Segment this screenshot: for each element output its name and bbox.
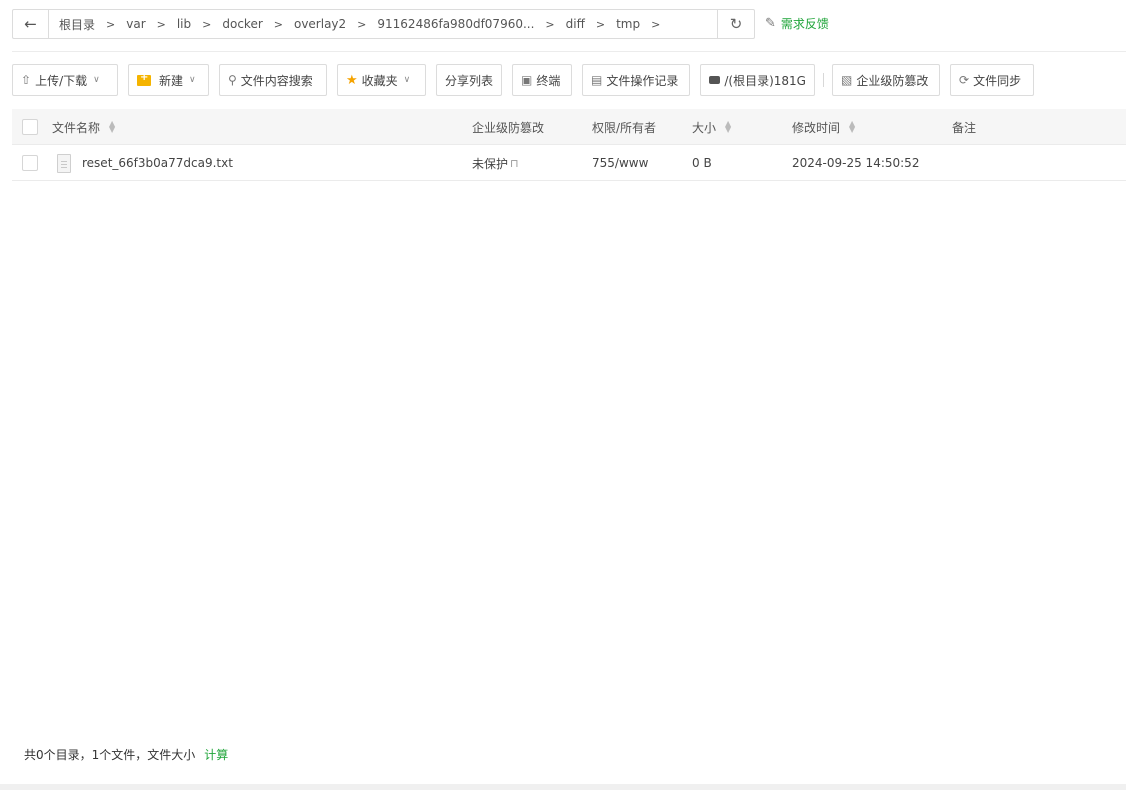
favorites-label: 收藏夹 — [361, 73, 398, 88]
log-icon: ▤ — [591, 73, 603, 87]
col-name[interactable]: 文件名称 ▲ ▼ — [52, 109, 115, 145]
search-content-label: 文件内容搜索 — [240, 73, 313, 88]
upload-download-label: 上传/下载 — [35, 73, 88, 88]
new-button[interactable]: 新建 ∨ — [128, 64, 209, 96]
breadcrumb-lib[interactable]: lib — [174, 17, 194, 31]
col-note-label: 备注 — [952, 120, 977, 135]
table-row[interactable]: reset_66f3b0a77dca9.txt 未保护 ⊓ 755/www 0 … — [12, 145, 1126, 181]
chevron-right-icon: > — [202, 17, 212, 31]
chevron-right-icon: > — [106, 17, 116, 31]
tamper-status: 未保护 — [472, 156, 509, 171]
path-bar: ← 根目录 > var > lib > docker > overlay2 > 91162… — [12, 9, 755, 39]
select-all-checkbox-cell — [22, 109, 38, 145]
divider — [12, 51, 1126, 52]
file-manager: ← 根目录 > var > lib > docker > overlay2 > 91162… — [0, 0, 1126, 790]
footer-summary: 共0个目录，1个文件，文件大小 计算 — [24, 746, 228, 763]
mtime-cell: 2024-09-25 14:50:52 — [792, 145, 919, 181]
breadcrumb: 根目录 > var > lib > docker > overlay2 > 9116248… — [49, 10, 717, 38]
chevron-down-icon: ∨ — [189, 75, 196, 85]
breadcrumb-tmp[interactable]: tmp — [613, 17, 643, 31]
unlock-icon: ⊓ — [510, 156, 519, 170]
chevron-right-icon: > — [651, 17, 661, 31]
edit-icon: ✎ — [765, 16, 776, 31]
breadcrumb-docker[interactable]: docker — [219, 17, 265, 31]
col-tamper-label: 企业级防篡改 — [472, 120, 545, 135]
new-folder-icon — [137, 72, 151, 86]
sort-icon: ▲ ▼ — [725, 119, 732, 134]
col-mtime-label: 修改时间 — [792, 120, 841, 135]
col-name-label: 文件名称 — [52, 120, 101, 135]
tamper-proof-button[interactable]: ▧ 企业级防篡改 — [832, 64, 940, 96]
tamper-cell[interactable]: 未保护 ⊓ — [472, 145, 519, 181]
chevron-right-icon: > — [357, 17, 367, 31]
refresh-button[interactable]: ↻ — [717, 10, 754, 38]
col-perm-label: 权限/所有者 — [592, 120, 657, 135]
col-mtime[interactable]: 修改时间 ▲ ▼ — [792, 109, 855, 145]
shield-icon: ▧ — [841, 73, 853, 87]
footer-summary-text: 共0个目录，1个文件，文件大小 — [24, 748, 196, 762]
col-size[interactable]: 大小 ▲ ▼ — [692, 109, 731, 145]
breadcrumb-diff[interactable]: diff — [563, 17, 588, 31]
toolbar-divider — [823, 73, 824, 87]
terminal-button[interactable]: ▣ 终端 — [512, 64, 572, 96]
perm-value: 755/www — [592, 156, 649, 170]
row-checkbox[interactable] — [22, 155, 38, 171]
chevron-right-icon: > — [595, 17, 606, 31]
file-sync-label: 文件同步 — [973, 73, 1022, 88]
disk-button[interactable]: /(根目录)181G — [700, 64, 815, 96]
chevron-down-icon: ∨ — [93, 75, 100, 85]
file-name[interactable]: reset_66f3b0a77dca9.txt — [82, 156, 233, 170]
back-button[interactable]: ← — [13, 10, 49, 38]
col-perm: 权限/所有者 — [592, 109, 656, 145]
disk-label: /(根目录)181G — [724, 73, 806, 88]
calculate-size-link[interactable]: 计算 — [204, 746, 228, 763]
file-name-cell[interactable]: reset_66f3b0a77dca9.txt — [57, 145, 233, 181]
col-tamper: 企业级防篡改 — [472, 109, 544, 145]
toolbar: ⇧ 上传/下载 ∨ 新建 ∨ ⚲ 文件内容搜索 ★ 收藏夹 ∨ 分享列表 ▣ 终… — [12, 64, 1122, 96]
refresh-icon: ↻ — [729, 15, 743, 33]
select-all-checkbox[interactable] — [22, 119, 38, 135]
chevron-right-icon: > — [273, 17, 283, 31]
chevron-right-icon: > — [545, 17, 555, 31]
table-header: 文件名称 ▲ ▼ 企业级防篡改 权限/所有者 大小 ▲ ▼ 修改时间 ▲ ▼ 备注 — [12, 109, 1126, 145]
search-content-button[interactable]: ⚲ 文件内容搜索 — [219, 64, 327, 96]
bottom-strip — [0, 784, 1126, 790]
breadcrumb-hash[interactable]: 91162486fa980df07960... — [374, 17, 537, 31]
file-ops-log-button[interactable]: ▤ 文件操作记录 — [582, 64, 690, 96]
star-icon: ★ — [346, 72, 358, 88]
breadcrumb-overlay2[interactable]: overlay2 — [291, 17, 349, 31]
text-file-icon — [57, 153, 71, 173]
file-sync-button[interactable]: ⟳ 文件同步 — [950, 64, 1034, 96]
sync-icon: ⟳ — [959, 73, 970, 87]
col-note: 备注 — [952, 109, 976, 145]
size-value: 0 B — [692, 156, 712, 170]
upload-download-button[interactable]: ⇧ 上传/下载 ∨ — [12, 64, 118, 96]
chevron-right-icon: > — [156, 17, 166, 31]
share-list-button[interactable]: 分享列表 — [436, 64, 502, 96]
tamper-proof-label: 企业级防篡改 — [856, 73, 929, 88]
search-icon: ⚲ — [228, 73, 237, 87]
terminal-label: 终端 — [536, 73, 561, 88]
feedback-label: 需求反馈 — [780, 17, 829, 31]
chevron-down-icon: ∨ — [403, 75, 411, 85]
col-size-label: 大小 — [692, 120, 717, 135]
upload-icon: ⇧ — [21, 73, 32, 87]
perm-cell[interactable]: 755/www — [592, 145, 648, 181]
size-cell: 0 B — [692, 145, 712, 181]
breadcrumb-root[interactable]: 根目录 — [56, 16, 98, 33]
new-label: 新建 — [159, 73, 184, 88]
breadcrumb-var[interactable]: var — [123, 17, 148, 31]
favorites-button[interactable]: ★ 收藏夹 ∨ — [337, 64, 426, 96]
sort-icon: ▲ ▼ — [849, 119, 856, 134]
arrow-left-icon: ← — [24, 15, 37, 33]
feedback-link[interactable]: ✎ 需求反馈 — [765, 15, 829, 32]
share-list-label: 分享列表 — [445, 73, 494, 88]
disk-icon — [709, 76, 721, 84]
mtime-value: 2024-09-25 14:50:52 — [792, 156, 920, 170]
row-checkbox-cell — [22, 145, 38, 181]
terminal-icon: ▣ — [521, 73, 533, 87]
file-ops-log-label: 文件操作记录 — [606, 73, 679, 88]
sort-icon: ▲ ▼ — [109, 119, 116, 134]
